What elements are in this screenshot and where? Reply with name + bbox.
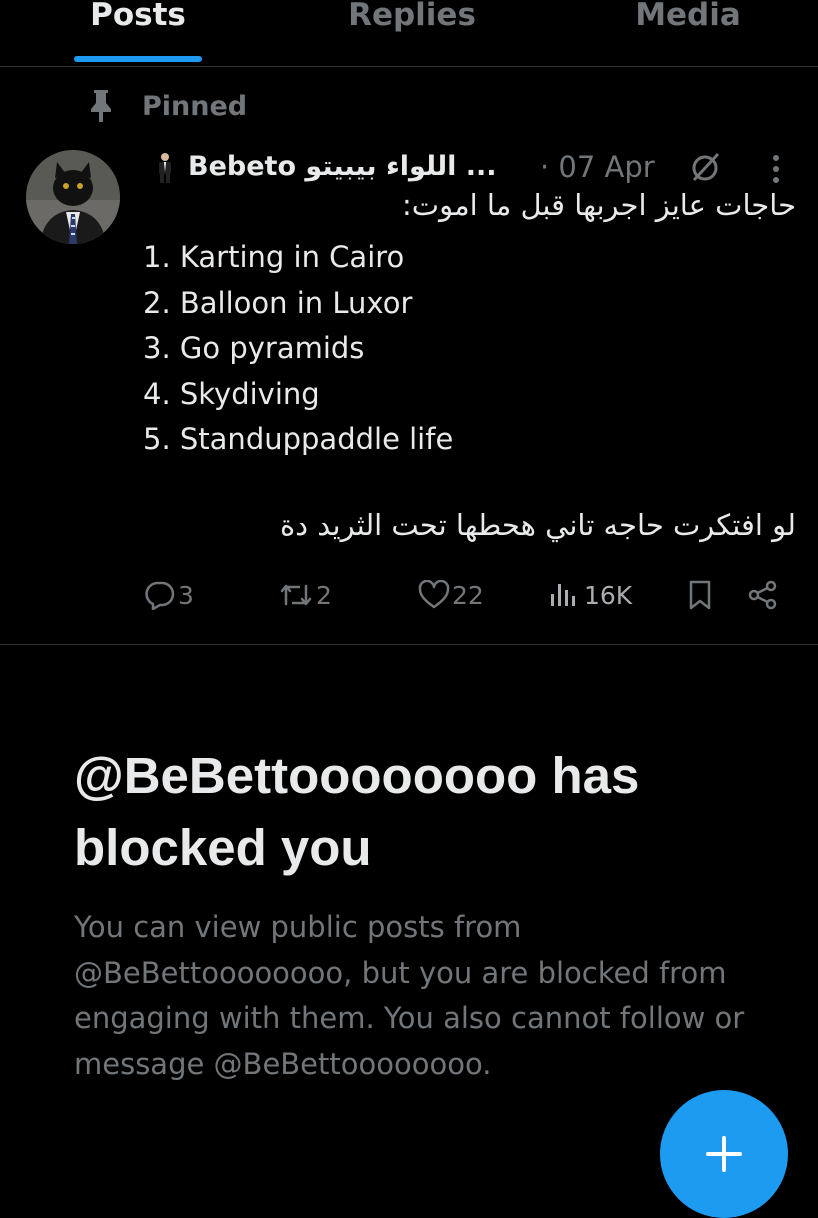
reply-icon (145, 581, 175, 610)
views-icon (551, 584, 575, 606)
post-header: Bebeto اللواء بيبيتو ... · 07 Apr (150, 144, 800, 190)
post-text-outro: لو افتكرت حاجه تاني هحطها تحت الثريد دة (279, 508, 796, 542)
author-name[interactable]: Bebeto اللواء بيبيتو ... (188, 144, 497, 190)
divider (0, 644, 818, 645)
avatar[interactable] (26, 150, 120, 244)
compose-button[interactable] (660, 1090, 788, 1218)
views-count: 16K (584, 580, 633, 610)
like-button[interactable]: 22 (418, 570, 484, 620)
profile-tabs: Posts Replies Media (0, 0, 818, 67)
blocked-description: You can view public posts from @BeBettoo… (74, 910, 745, 1081)
share-button[interactable] (746, 570, 780, 620)
bookmark-button[interactable] (686, 570, 714, 620)
blocked-title: @BeBettoooooooo has blocked you (74, 747, 640, 876)
list-item: 4. Skydiving (143, 376, 320, 411)
grok-icon[interactable] (686, 148, 724, 186)
tab-media[interactable]: Media (610, 0, 766, 38)
list-item: 2. Balloon in Luxor (143, 285, 413, 320)
views-button[interactable]: 16K (548, 570, 632, 620)
list-item: 5. Standuppaddle life (143, 422, 454, 456)
reply-count: 3 (178, 580, 194, 610)
post-list: 1. Karting in Cairo 2. Balloon in Luxor … (143, 236, 453, 464)
bookmark-icon (689, 580, 711, 610)
pinned-label: Pinned (142, 90, 248, 122)
post-actions: 3 2 22 16K (0, 570, 818, 620)
share-icon (748, 580, 777, 610)
repost-icon (280, 584, 312, 606)
tab-replies[interactable]: Replies (330, 0, 494, 38)
list-item: 1. Karting in Cairo (143, 240, 405, 274)
like-count: 22 (452, 580, 484, 610)
plus-icon (706, 1136, 742, 1172)
more-options-icon[interactable] (766, 152, 786, 186)
tab-posts[interactable]: Posts (60, 0, 216, 38)
post-text-intro: حاجات عايز اجربها قبل ما اموت: (402, 188, 796, 222)
pinned-indicator: Pinned (86, 86, 247, 126)
list-item: 3. Go pyramids (143, 331, 365, 365)
pin-icon (91, 90, 111, 122)
active-tab-indicator (74, 56, 202, 62)
reply-button[interactable]: 3 (144, 570, 194, 620)
repost-button[interactable]: 2 (278, 570, 332, 620)
heart-icon (418, 580, 450, 609)
repost-count: 2 (316, 580, 332, 610)
suit-person-icon (159, 153, 171, 183)
post-date[interactable]: · 07 Apr (540, 144, 655, 190)
